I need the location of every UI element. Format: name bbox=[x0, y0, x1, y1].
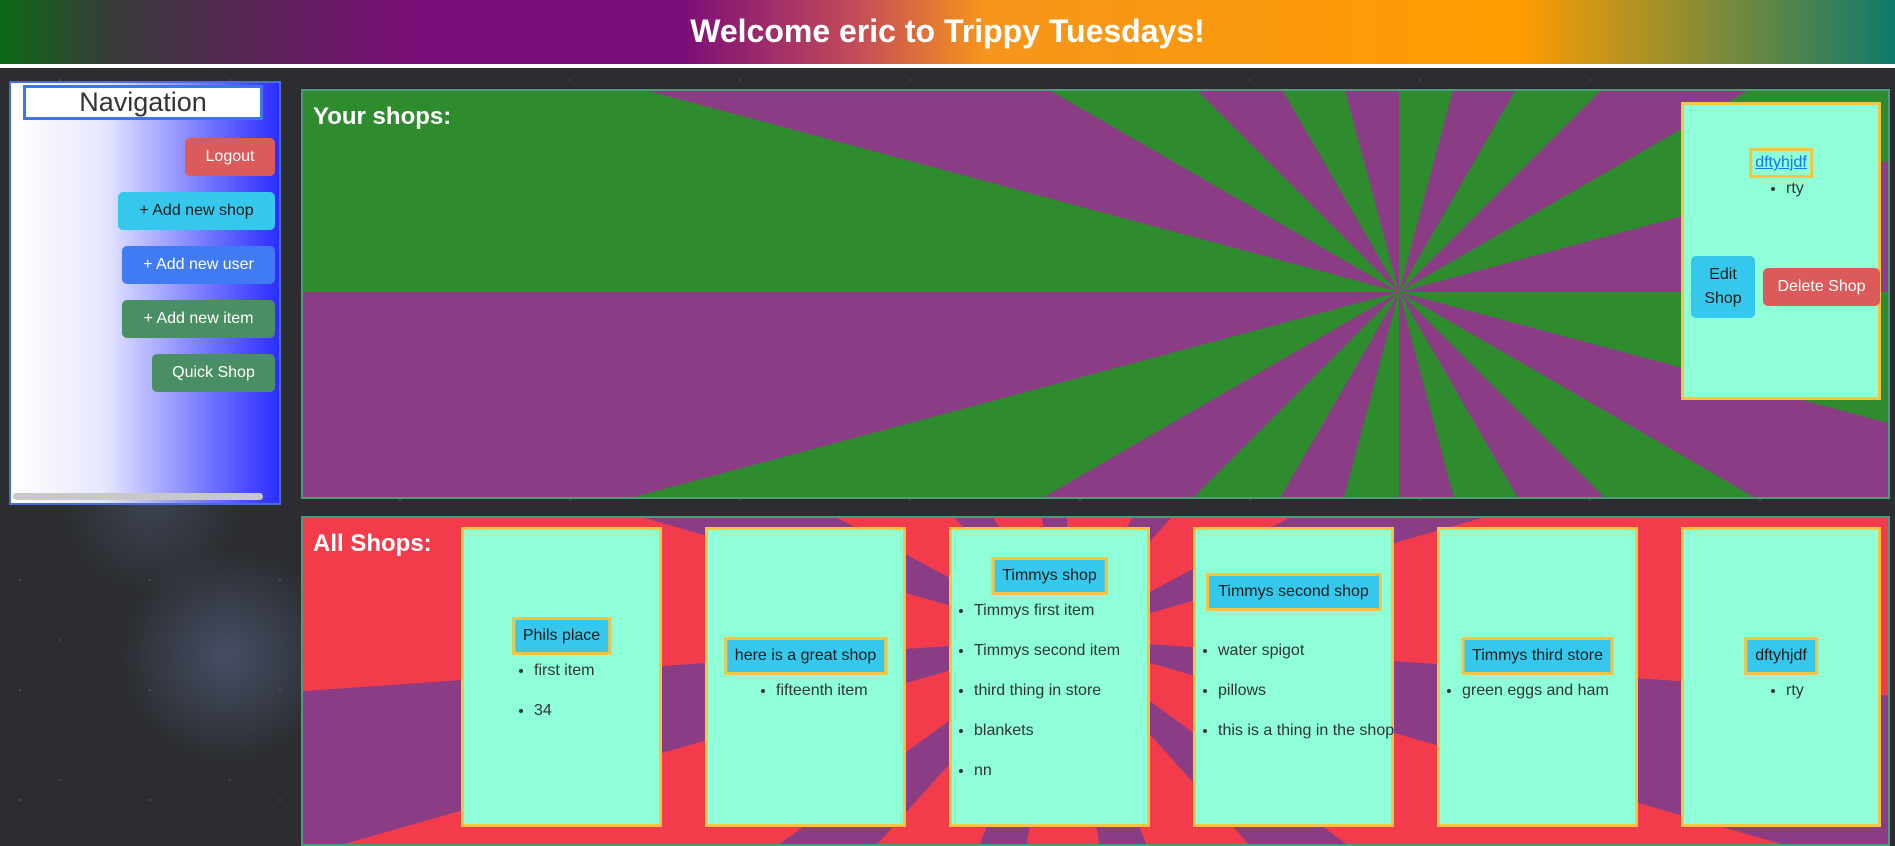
navigation-panel: Navigation Logout + Add new shop + Add n… bbox=[9, 81, 281, 505]
shop-card: dftyhjdf rty bbox=[1681, 527, 1881, 827]
shop-name-button[interactable]: Timmys shop bbox=[991, 557, 1108, 595]
shop-item-list: fifteenth item bbox=[754, 681, 868, 721]
my-shop-card: dftyhjdf rty Edit Shop Delete Shop bbox=[1681, 102, 1881, 400]
list-item: third thing in store bbox=[974, 681, 1120, 701]
all-shops-panel: All Shops: Phils place first item 34 her… bbox=[301, 516, 1890, 846]
shop-name-button[interactable]: dftyhjdf bbox=[1744, 637, 1818, 675]
add-new-item-button[interactable]: + Add new item bbox=[122, 300, 275, 338]
delete-shop-button[interactable]: Delete Shop bbox=[1763, 268, 1880, 306]
list-item: green eggs and ham bbox=[1462, 681, 1609, 701]
my-shop-item-list: rty bbox=[1764, 179, 1804, 219]
list-item: blankets bbox=[974, 721, 1120, 741]
shop-card: Timmys third store green eggs and ham bbox=[1437, 527, 1638, 827]
list-item: 34 bbox=[534, 701, 594, 721]
shop-name-button[interactable]: Timmys second shop bbox=[1205, 573, 1382, 611]
logout-button[interactable]: Logout bbox=[185, 138, 275, 176]
list-item: Timmys second item bbox=[974, 641, 1120, 661]
shop-card: here is a great shop fifteenth item bbox=[705, 527, 906, 827]
list-item: fifteenth item bbox=[776, 681, 868, 701]
shop-item-list: rty bbox=[1764, 681, 1804, 721]
shop-name-button[interactable]: here is a great shop bbox=[723, 637, 888, 675]
add-new-shop-button[interactable]: + Add new shop bbox=[118, 192, 275, 230]
shop-card: Timmys shop Timmys first item Timmys sec… bbox=[949, 527, 1150, 827]
shop-item-list: Timmys first item Timmys second item thi… bbox=[952, 601, 1120, 801]
shop-item-list: water spigot pillows this is a thing in … bbox=[1196, 641, 1408, 761]
shop-card: Timmys second shop water spigot pillows … bbox=[1193, 527, 1394, 827]
list-item: water spigot bbox=[1218, 641, 1408, 661]
your-shops-heading: Your shops: bbox=[313, 103, 452, 130]
page-title: Welcome eric to Trippy Tuesdays! bbox=[690, 13, 1205, 49]
shop-name-button[interactable]: Phils place bbox=[511, 617, 612, 655]
horizontal-scrollbar[interactable] bbox=[13, 493, 263, 500]
all-shops-heading: All Shops: bbox=[313, 530, 432, 557]
your-shops-panel: Your shops: dftyhjdf rty Edit Shop Delet… bbox=[301, 89, 1890, 499]
shop-item-list: green eggs and ham bbox=[1440, 681, 1609, 721]
my-shop-name-link[interactable]: dftyhjdf bbox=[1749, 148, 1813, 178]
list-item: first item bbox=[534, 661, 594, 681]
edit-shop-button[interactable]: Edit Shop bbox=[1691, 256, 1755, 318]
navigation-title: Navigation bbox=[23, 85, 263, 120]
list-item: pillows bbox=[1218, 681, 1408, 701]
list-item: rty bbox=[1786, 681, 1804, 701]
page-header: Welcome eric to Trippy Tuesdays! bbox=[0, 0, 1895, 68]
list-item: nn bbox=[974, 761, 1120, 781]
list-item: rty bbox=[1786, 179, 1804, 199]
list-item: this is a thing in the shop bbox=[1218, 721, 1408, 741]
add-new-user-button[interactable]: + Add new user bbox=[122, 246, 275, 284]
shop-item-list: first item 34 bbox=[512, 661, 594, 741]
list-item: Timmys first item bbox=[974, 601, 1120, 621]
shop-card: Phils place first item 34 bbox=[461, 527, 662, 827]
shop-name-button[interactable]: Timmys third store bbox=[1461, 637, 1614, 675]
quick-shop-button[interactable]: Quick Shop bbox=[152, 354, 275, 392]
